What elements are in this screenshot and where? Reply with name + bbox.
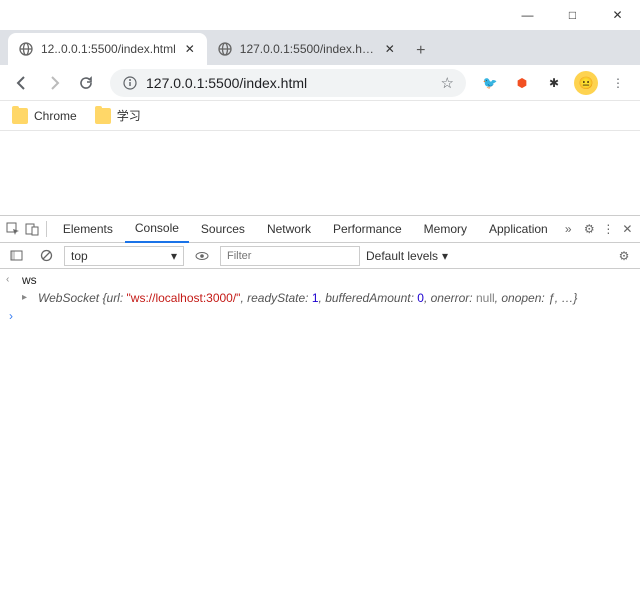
chevron-down-icon: ▾ xyxy=(171,249,177,263)
tab-title: 12..0.0.1:5500/index.html xyxy=(41,42,176,56)
settings-gear-icon[interactable]: ⚙ xyxy=(581,217,598,241)
console-filter-input[interactable] xyxy=(220,246,360,266)
expand-caret-icon[interactable]: ▸ xyxy=(22,290,32,306)
url-input[interactable] xyxy=(146,75,433,91)
avatar-emoji: 😐 xyxy=(579,76,594,90)
reload-button[interactable] xyxy=(72,69,100,97)
profile-avatar[interactable]: 😐 xyxy=(572,69,600,97)
address-bar[interactable]: ☆ xyxy=(110,69,466,97)
bookmarks-bar: Chrome 学习 xyxy=(0,101,640,131)
console-prompt-row[interactable]: › xyxy=(0,307,640,325)
window-close-button[interactable]: ✕ xyxy=(595,0,640,30)
extension-shield-icon[interactable]: ⬢ xyxy=(508,69,536,97)
clear-console-icon[interactable] xyxy=(34,244,58,268)
settings-gear-icon[interactable]: ⚙ xyxy=(612,244,636,268)
forward-button[interactable] xyxy=(40,69,68,97)
bookmark-label: Chrome xyxy=(34,109,77,123)
tab-title: 127.0.0.1:5500/index.html xyxy=(240,42,376,56)
device-toggle-icon[interactable] xyxy=(23,217,40,241)
devtools-tab-application[interactable]: Application xyxy=(479,216,558,243)
devtools-panel: Elements Console Sources Network Perform… xyxy=(0,215,640,595)
browser-toolbar: ☆ 🐦 ⬢ ✱ 😐 ⋮ xyxy=(0,65,640,101)
star-icon[interactable]: ☆ xyxy=(441,74,454,92)
devtools-tab-memory[interactable]: Memory xyxy=(414,216,477,243)
window-minimize-button[interactable]: — xyxy=(505,0,550,30)
folder-icon xyxy=(95,108,111,124)
console-input-row: ‹ ws xyxy=(0,271,640,289)
browser-tab[interactable]: 127.0.0.1:5500/index.html ✕ xyxy=(207,33,407,65)
devtools-tab-network[interactable]: Network xyxy=(257,216,321,243)
window-titlebar: — □ ✕ xyxy=(0,0,640,30)
devtools-tab-performance[interactable]: Performance xyxy=(323,216,412,243)
console-output-row: ▸ WebSocket {url: "ws://localhost:3000/"… xyxy=(0,289,640,307)
kebab-menu-icon[interactable]: ⋮ xyxy=(600,217,617,241)
close-icon: ✕ xyxy=(612,8,622,22)
more-tabs-icon[interactable]: » xyxy=(560,217,577,241)
extension-icon[interactable]: 🐦 xyxy=(476,69,504,97)
console-object-text: WebSocket {url: "ws://localhost:3000/", … xyxy=(38,290,577,306)
bookmark-folder[interactable]: 学习 xyxy=(95,107,141,124)
log-levels-select[interactable]: Default levels▾ xyxy=(366,249,448,263)
new-tab-button[interactable]: + xyxy=(407,37,435,65)
site-info-icon[interactable] xyxy=(122,75,138,91)
execution-context-select[interactable]: top▾ xyxy=(64,246,184,266)
page-content xyxy=(0,131,640,215)
extensions-puzzle-icon[interactable]: ✱ xyxy=(540,69,568,97)
window-maximize-button[interactable]: □ xyxy=(550,0,595,30)
globe-icon xyxy=(18,41,34,57)
chevron-down-icon: ▾ xyxy=(442,249,448,263)
tab-close-button[interactable]: ✕ xyxy=(383,42,397,56)
devtools-tab-sources[interactable]: Sources xyxy=(191,216,255,243)
console-toolbar: top▾ Default levels▾ ⚙ xyxy=(0,243,640,269)
console-input-text: ws xyxy=(22,272,37,288)
devtools-tab-elements[interactable]: Elements xyxy=(53,216,123,243)
folder-icon xyxy=(12,108,28,124)
tab-strip: 12..0.0.1:5500/index.html ✕ 127.0.0.1:55… xyxy=(0,30,640,65)
minimize-icon: — xyxy=(522,8,534,22)
maximize-icon: □ xyxy=(569,8,576,22)
tab-close-button[interactable]: ✕ xyxy=(183,42,197,56)
prompt-caret-icon: › xyxy=(6,308,16,324)
devtools-tab-console[interactable]: Console xyxy=(125,216,189,243)
console-output[interactable]: ‹ ws ▸ WebSocket {url: "ws://localhost:3… xyxy=(0,269,640,595)
bookmark-folder[interactable]: Chrome xyxy=(12,108,77,124)
inspect-element-icon[interactable] xyxy=(4,217,21,241)
input-caret-icon: ‹ xyxy=(6,272,16,288)
live-expression-eye-icon[interactable] xyxy=(190,244,214,268)
devtools-tab-bar: Elements Console Sources Network Perform… xyxy=(0,216,640,243)
divider xyxy=(46,221,47,237)
devtools-close-icon[interactable]: ✕ xyxy=(619,217,636,241)
bookmark-label: 学习 xyxy=(117,107,141,124)
globe-icon xyxy=(217,41,233,57)
back-button[interactable] xyxy=(8,69,36,97)
kebab-menu-icon[interactable]: ⋮ xyxy=(604,69,632,97)
browser-tab-active[interactable]: 12..0.0.1:5500/index.html ✕ xyxy=(8,33,207,65)
output-caret-icon xyxy=(6,290,16,306)
console-sidebar-toggle-icon[interactable] xyxy=(4,244,28,268)
